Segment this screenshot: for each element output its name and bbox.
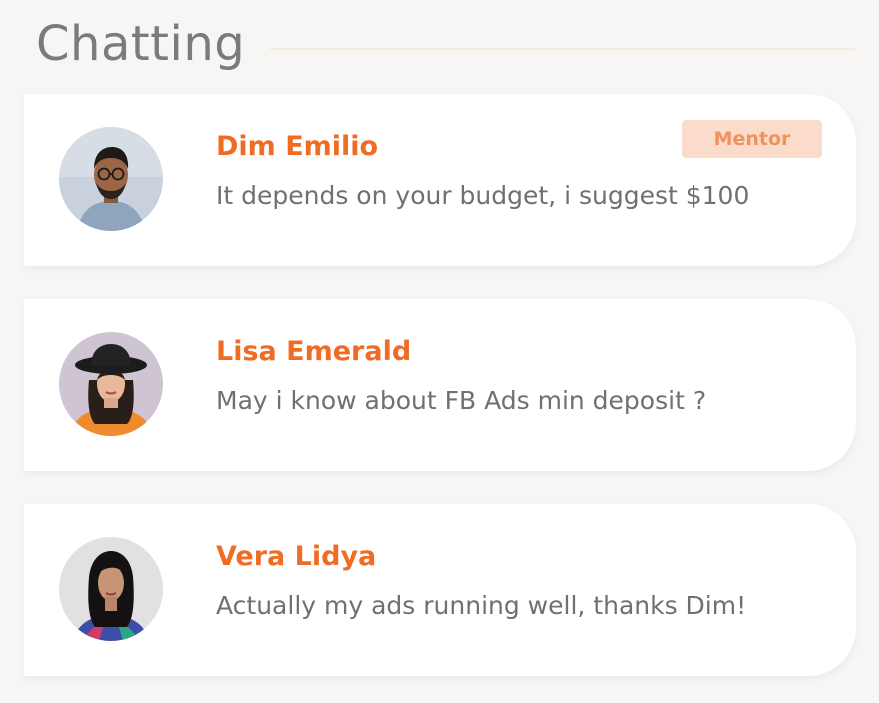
chat-name: Vera Lidya bbox=[216, 541, 377, 572]
chat-name: Lisa Emerald bbox=[216, 336, 412, 367]
avatar[interactable] bbox=[59, 537, 163, 641]
chat-item-vera-lidya[interactable]: Vera Lidya Actually my ads running well,… bbox=[24, 504, 856, 676]
avatar[interactable] bbox=[59, 127, 163, 231]
user-avatar-woman-icon bbox=[59, 537, 163, 641]
user-avatar-man-glasses-icon bbox=[59, 127, 163, 231]
mentor-badge: Mentor bbox=[682, 120, 822, 158]
chat-message-preview: It depends on your budget, i suggest $10… bbox=[216, 181, 750, 210]
chat-name: Dim Emilio bbox=[216, 131, 379, 162]
section-header: Chatting bbox=[36, 10, 855, 80]
chat-message-preview: Actually my ads running well, thanks Dim… bbox=[216, 591, 747, 620]
avatar[interactable] bbox=[59, 332, 163, 436]
user-avatar-woman-hat-icon bbox=[59, 332, 163, 436]
chat-item-dim-emilio[interactable]: Dim Emilio It depends on your budget, i … bbox=[24, 94, 856, 266]
page-title: Chatting bbox=[36, 16, 246, 72]
chat-message-preview: May i know about FB Ads min deposit ? bbox=[216, 386, 707, 415]
chat-item-lisa-emerald[interactable]: Lisa Emerald May i know about FB Ads min… bbox=[24, 299, 856, 471]
title-divider bbox=[270, 48, 855, 50]
